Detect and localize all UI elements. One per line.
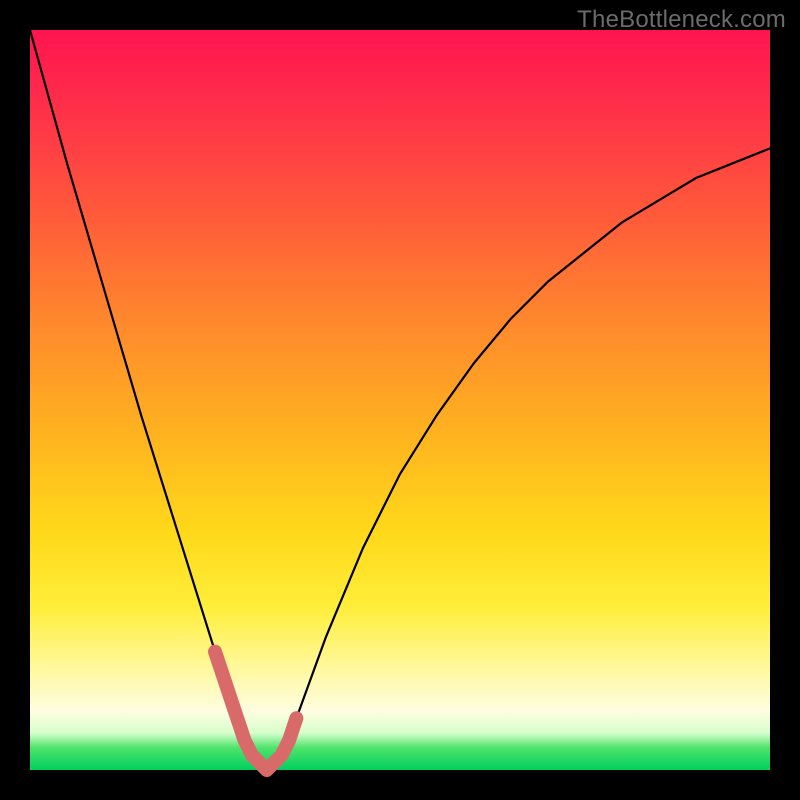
highlight-segment [215,652,296,770]
chart-frame: TheBottleneck.com [0,0,800,800]
plot-area [30,30,770,770]
bottleneck-curve [30,30,770,770]
curve-layer [30,30,770,770]
